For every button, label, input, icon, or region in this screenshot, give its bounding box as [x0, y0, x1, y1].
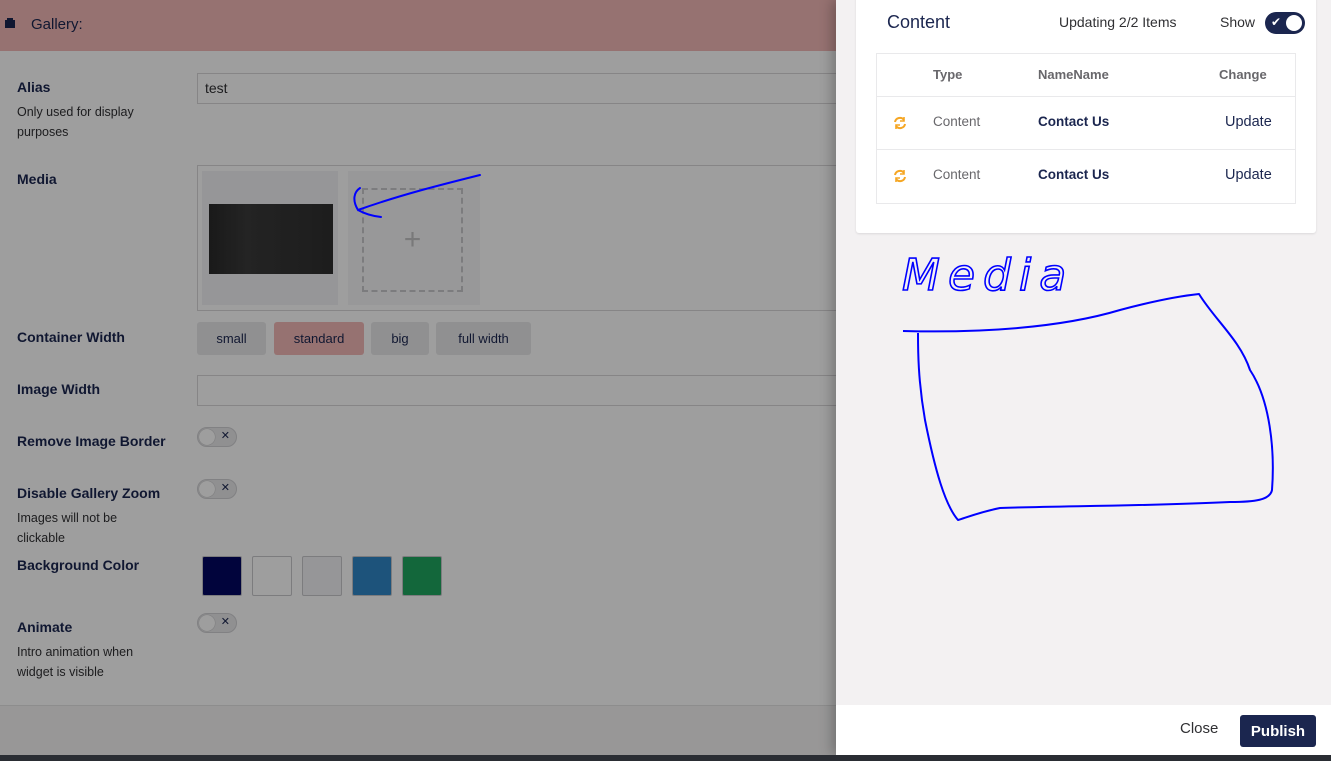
check-icon: ✔ [1271, 15, 1282, 29]
row-type: Content [933, 167, 981, 182]
table-header: Type NameName Change [877, 54, 1295, 97]
row-change: Update [1225, 167, 1272, 183]
publish-panel: Content Updating 2/2 Items Show ✔ Type N… [836, 0, 1331, 755]
publish-button[interactable]: Publish [1240, 715, 1316, 747]
row-name[interactable]: Contact Us [1038, 114, 1109, 129]
column-header-type: Type [933, 67, 963, 82]
close-button[interactable]: Close [1180, 720, 1218, 737]
show-toggle[interactable]: ✔ [1265, 12, 1305, 34]
panel-footer: Close Publish [836, 705, 1331, 755]
row-type: Content [933, 114, 981, 129]
card-title: Content [887, 12, 951, 32]
sync-icon [894, 116, 906, 130]
taskbar-strip [0, 755, 1331, 761]
show-label: Show [1220, 14, 1256, 30]
table-row[interactable]: Content Contact Us Update [877, 150, 1295, 203]
column-header-change: Change [1219, 67, 1267, 82]
table-row[interactable]: Content Contact Us Update [877, 97, 1295, 150]
column-header-name: NameName [1038, 67, 1109, 82]
changes-table: Type NameName Change Content Contact Us … [876, 53, 1296, 204]
content-card: Content Updating 2/2 Items Show ✔ Type N… [856, 0, 1316, 233]
update-status: Updating 2/2 Items [1059, 14, 1177, 30]
sync-icon [894, 169, 906, 183]
row-change: Update [1225, 114, 1272, 130]
row-name[interactable]: Contact Us [1038, 167, 1109, 182]
